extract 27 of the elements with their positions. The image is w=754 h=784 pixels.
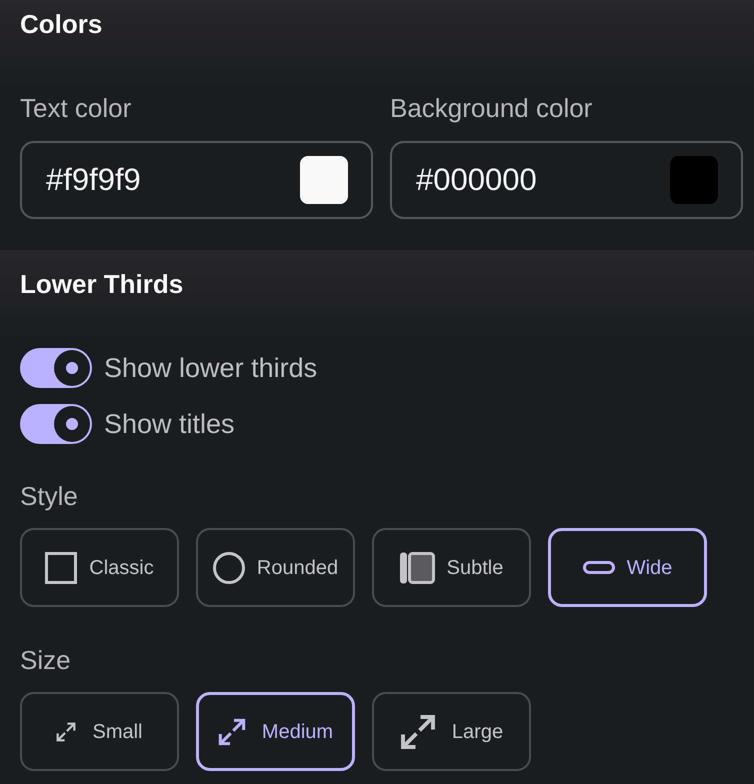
circle-outline-icon [212,552,245,584]
size-option-button[interactable]: Medium [196,692,355,771]
color-input-field[interactable]: #000000 [390,141,743,219]
color-swatch-icon[interactable] [670,156,718,204]
expand-arrows-icon [218,718,246,746]
size-option-button[interactable]: Large [372,692,531,771]
expand-arrows-icon [400,714,436,750]
group-label: Size [20,644,71,676]
pill-icon [582,561,615,574]
toggle-switch[interactable] [20,404,92,444]
toggle-label: Show titles [104,408,235,441]
style-option-button[interactable]: Classic [20,528,179,607]
panel-icon [400,552,435,584]
square-outline-icon [45,552,78,584]
size-option-button[interactable]: Small [20,692,179,771]
toggle-label: Show lower thirds [104,352,318,385]
toggle-switch[interactable] [20,348,92,388]
group-label: Style [20,480,78,512]
expand-arrows-icon [56,722,76,742]
field-label: Text color [20,92,132,124]
style-option-button[interactable]: Rounded [196,528,355,607]
style-option-button[interactable]: Subtle [372,528,531,607]
style-option-button[interactable]: Wide [548,528,707,607]
color-input-field[interactable]: #f9f9f9 [20,141,373,219]
section-heading: Lower Thirds [20,268,184,301]
field-label: Background color [390,92,592,124]
section-heading: Colors [20,8,102,41]
